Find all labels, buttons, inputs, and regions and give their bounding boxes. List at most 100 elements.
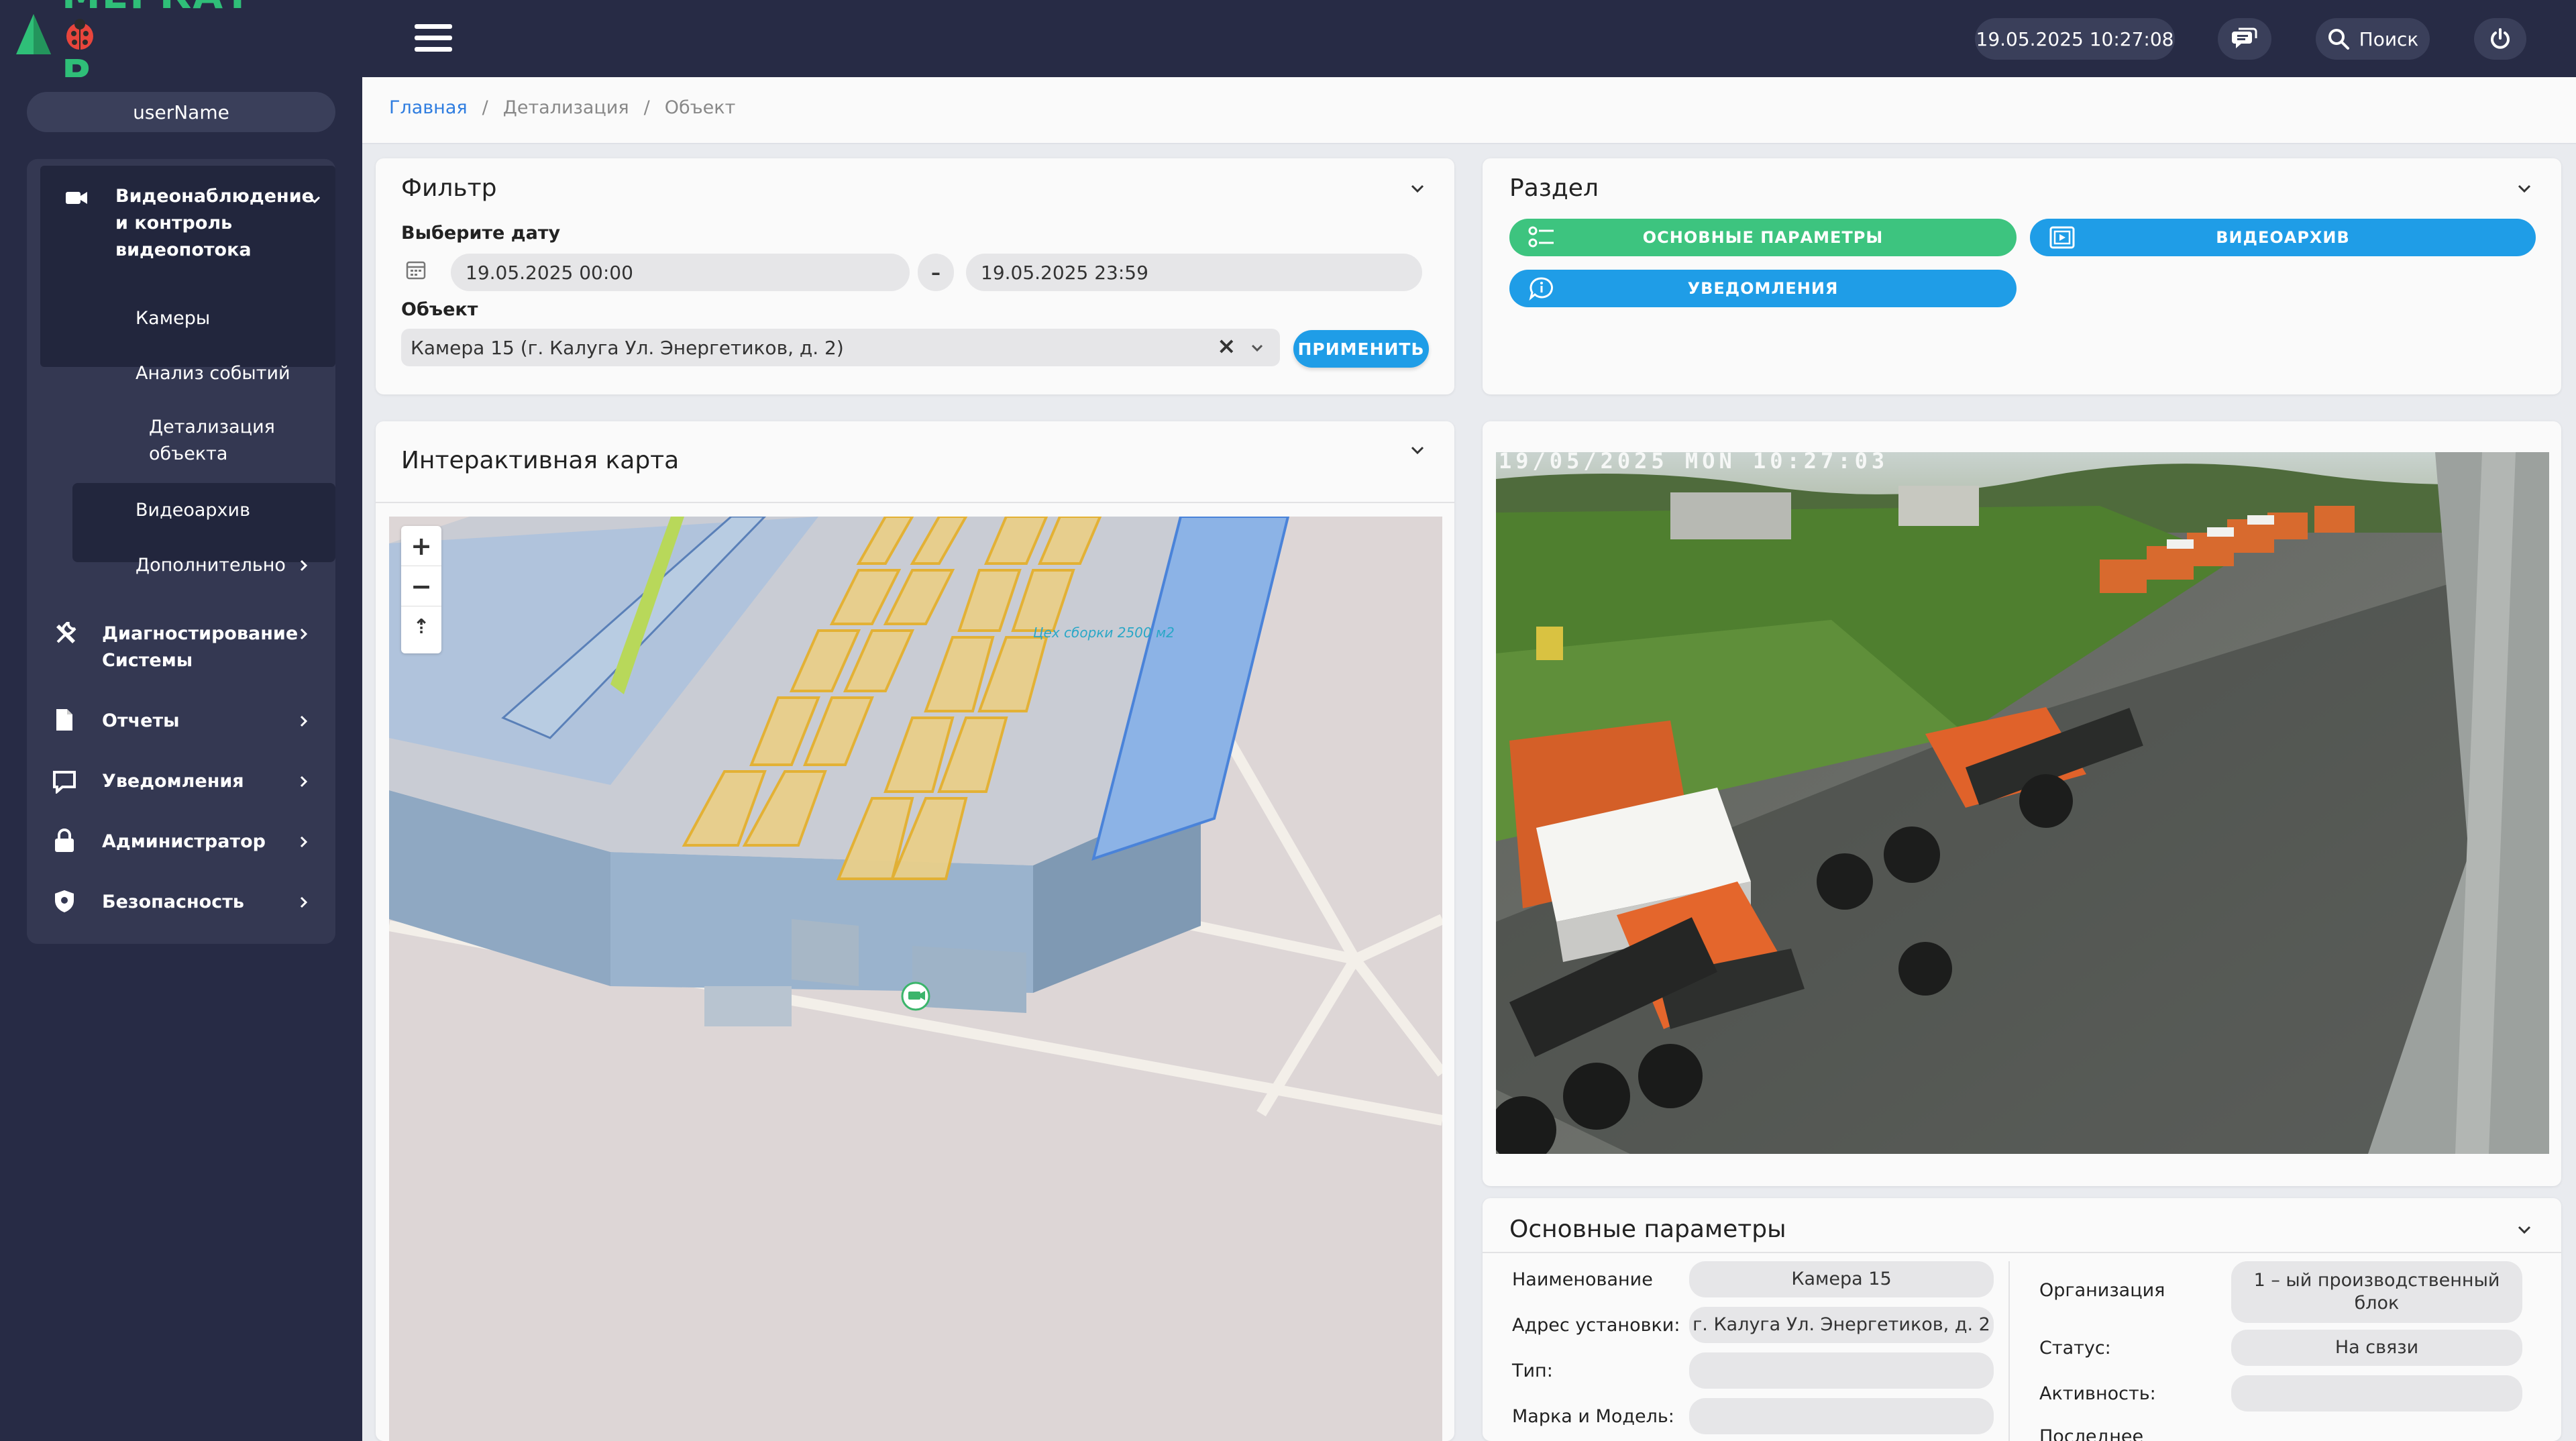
chevron-down-icon[interactable] [2514, 1220, 2534, 1240]
shield-icon [55, 890, 74, 912]
video-timestamp-overlay: 19/05/2025 MON 10:27:03 [1499, 448, 1889, 474]
logo[interactable]: МЕРКАТР [13, 0, 252, 97]
camera-video-frame[interactable] [1496, 452, 2549, 1154]
sidebar-item-video-archive[interactable]: Видеоархив [136, 497, 250, 524]
date-separator: – [918, 254, 954, 291]
sidebar-item-notifications[interactable]: Уведомления [102, 768, 244, 795]
sidebar-item-additional[interactable]: Дополнительно [136, 552, 286, 579]
activity-value [2231, 1375, 2522, 1411]
main-params-button[interactable]: ОСНОВНЫЕ ПАРАМЕТРЫ [1509, 219, 2017, 256]
sidebar-item-admin[interactable]: Администратор [102, 829, 266, 855]
type-label: Тип: [1512, 1360, 1553, 1381]
video-archive-label: ВИДЕОАРХИВ [2216, 228, 2350, 247]
video-archive-button[interactable]: ВИДЕОАРХИВ [2030, 219, 2536, 256]
type-value [1689, 1352, 1994, 1389]
chevron-down-icon[interactable] [1249, 339, 1265, 356]
status-value: На связи [2231, 1330, 2522, 1366]
zoom-out-button[interactable]: − [401, 566, 441, 606]
apply-button[interactable]: ПРИМЕНИТЬ [1293, 330, 1429, 368]
compass-button[interactable]: ⇡ [401, 606, 441, 647]
activity-label: Активность: [2039, 1383, 2156, 1404]
date-to-field[interactable]: 19.05.2025 23:59 [966, 254, 1422, 291]
params-column-divider [2008, 1261, 2010, 1441]
chevron-right-icon[interactable] [297, 895, 311, 910]
date-label: Выберите дату [401, 223, 561, 244]
breadcrumb-separator: / [482, 97, 488, 118]
section-title: Раздел [1509, 174, 1599, 202]
main-params-label: ОСНОВНЫЕ ПАРАМЕТРЫ [1642, 228, 1884, 247]
organization-label: Организация [2039, 1280, 2165, 1301]
sidebar-item-security[interactable]: Безопасность [102, 889, 244, 916]
name-label: Наименование [1512, 1269, 1653, 1290]
chat-button[interactable] [2218, 18, 2271, 60]
search-icon [2328, 29, 2349, 50]
notifications-button[interactable]: УВЕДОМЛЕНИЯ [1509, 270, 2017, 307]
breadcrumb-current: Объект [664, 97, 736, 118]
object-label: Объект [401, 299, 478, 320]
ladybug-icon [66, 19, 93, 50]
last-label: Последнее [2039, 1426, 2144, 1441]
sidebar-item-reports[interactable]: Отчеты [102, 708, 180, 735]
filter-title: Фильтр [401, 174, 497, 202]
params-divider [1483, 1252, 2561, 1253]
search-button[interactable]: Поиск [2316, 18, 2430, 60]
model-value [1689, 1398, 1994, 1434]
chevron-right-icon[interactable] [297, 627, 311, 641]
date-from-field[interactable]: 19.05.2025 00:00 [451, 254, 910, 291]
chevron-right-icon[interactable] [297, 558, 311, 573]
zoom-in-button[interactable]: + [401, 526, 441, 566]
info-bubble-icon [1529, 277, 1553, 301]
address-label: Адрес установки: [1512, 1315, 1680, 1336]
params-title: Основные параметры [1509, 1216, 1786, 1243]
chevron-right-icon[interactable] [297, 714, 311, 729]
chevron-down-icon[interactable] [2514, 178, 2534, 199]
map-3d-scene: Цех сборки 2500 м2 [389, 517, 1442, 1441]
tree-icon [16, 14, 51, 54]
lock-icon [55, 829, 74, 852]
map-divider [376, 502, 1454, 503]
object-select-value: Камера 15 (г. Калуга Ул. Энергетиков, д.… [411, 336, 844, 359]
status-label: Статус: [2039, 1338, 2111, 1358]
model-label: Марка и Модель: [1512, 1406, 1674, 1427]
chevron-down-icon[interactable] [1407, 178, 1428, 199]
map-controls: + − ⇡ [401, 526, 441, 653]
power-icon [2491, 28, 2510, 49]
sidebar-item-cameras[interactable]: Камеры [136, 305, 210, 332]
datetime-display: 19.05.2025 10:27:08 [1975, 18, 2175, 60]
notifications-label: УВЕДОМЛЕНИЯ [1687, 279, 1839, 298]
sidebar-item-object-detail[interactable]: Детализация объекта [149, 414, 275, 468]
sidebar: userName Видеонаблюдение и контроль виде… [0, 77, 362, 1441]
menu-toggle-button[interactable] [411, 20, 456, 55]
sidebar-item-video[interactable]: Видеонаблюдение и контроль видеопотока [115, 183, 314, 264]
breadcrumb-separator: / [643, 97, 650, 118]
top-bar: МЕРКАТР 19.05.2025 10:27:08 Поиск [0, 0, 2576, 97]
tools-icon [56, 622, 76, 643]
sidebar-item-diagnostics[interactable]: Диагностирование Системы [102, 621, 298, 674]
sidebar-item-event-analysis[interactable]: Анализ событий [136, 360, 290, 387]
breadcrumb-detail[interactable]: Детализация [503, 97, 629, 118]
search-label: Поиск [2359, 28, 2419, 50]
camera-icon [66, 192, 87, 204]
list-icon [1528, 226, 1554, 248]
chevron-down-icon[interactable] [307, 193, 322, 207]
chat-icon [2232, 28, 2257, 48]
interactive-map[interactable]: Цех сборки 2500 м2 [389, 517, 1442, 1441]
clear-icon[interactable]: × [1217, 333, 1236, 360]
document-icon [56, 709, 72, 731]
video-file-icon [2049, 226, 2075, 249]
calendar-icon[interactable] [405, 259, 427, 280]
name-value: Камера 15 [1689, 1261, 1994, 1297]
chevron-right-icon[interactable] [297, 774, 311, 789]
building-label: Цех сборки 2500 м2 [1033, 625, 1175, 641]
user-name[interactable]: userName [27, 92, 335, 132]
breadcrumb-bar: Главная / Детализация / Объект [362, 77, 2576, 144]
organization-value: 1 – ый производственный блок [2231, 1261, 2522, 1323]
logout-button[interactable] [2474, 18, 2526, 60]
chevron-down-icon[interactable] [1407, 440, 1428, 460]
map-title: Интерактивная карта [401, 447, 680, 474]
object-select[interactable]: Камера 15 (г. Калуга Ул. Энергетиков, д.… [401, 329, 1280, 366]
breadcrumb-home[interactable]: Главная [389, 97, 468, 118]
camera-feed-image [1496, 452, 2549, 1154]
address-value: г. Калуга Ул. Энергетиков, д. 2 [1689, 1307, 1994, 1343]
chevron-right-icon[interactable] [297, 835, 311, 849]
